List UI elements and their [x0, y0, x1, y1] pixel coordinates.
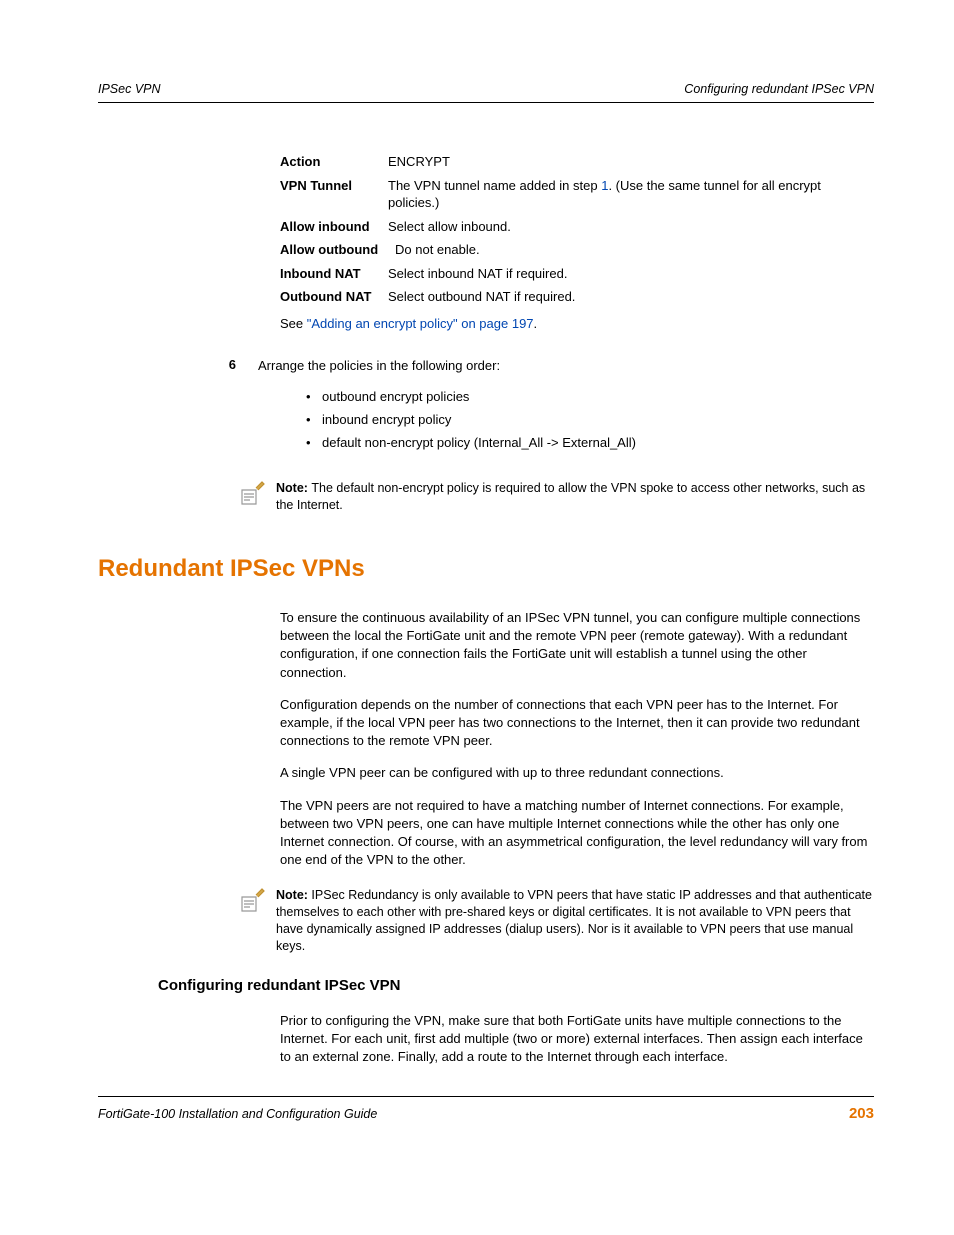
note-body: IPSec Redundancy is only available to VP…	[276, 888, 872, 953]
list-item: •inbound encrypt policy	[306, 412, 874, 427]
body-paragraph: The VPN peers are not required to have a…	[280, 797, 874, 870]
note-block: Note: The default non-encrypt policy is …	[236, 480, 874, 515]
bullet-list: •outbound encrypt policies •inbound encr…	[306, 389, 874, 450]
def-value-allow-outbound: Do not enable.	[395, 241, 480, 259]
note-icon	[236, 887, 276, 922]
step-text: Arrange the policies in the following or…	[258, 357, 500, 375]
header-right: Configuring redundant IPSec VPN	[684, 82, 874, 96]
def-value-outbound-nat: Select outbound NAT if required.	[388, 288, 575, 306]
body-paragraph: Prior to configuring the VPN, make sure …	[280, 1012, 874, 1067]
def-value-allow-inbound: Select allow inbound.	[388, 218, 511, 236]
note-icon	[236, 480, 276, 515]
bullet-icon: •	[306, 389, 322, 404]
note-label: Note:	[276, 888, 311, 902]
def-value-vpn-tunnel: The VPN tunnel name added in step 1. (Us…	[388, 177, 874, 212]
see-line: See "Adding an encrypt policy" on page 1…	[280, 316, 874, 331]
page-header: IPSec VPN Configuring redundant IPSec VP…	[98, 82, 874, 103]
see-post: .	[534, 316, 538, 331]
heading-redundant-ipsec-vpns: Redundant IPSec VPNs	[98, 555, 874, 583]
heading-configuring-redundant: Configuring redundant IPSec VPN	[158, 977, 874, 994]
bullet-icon: •	[306, 412, 322, 427]
def-label-allow-outbound: Allow outbound	[280, 241, 395, 259]
step-number: 6	[98, 357, 258, 375]
definition-table: Action ENCRYPT VPN Tunnel The VPN tunnel…	[280, 153, 874, 306]
see-pre: See	[280, 316, 307, 331]
note-body: The default non-encrypt policy is requir…	[276, 481, 865, 512]
list-item: •outbound encrypt policies	[306, 389, 874, 404]
bullet-text: outbound encrypt policies	[322, 389, 469, 404]
def-label-allow-inbound: Allow inbound	[280, 218, 388, 236]
page-footer: FortiGate-100 Installation and Configura…	[98, 1096, 874, 1122]
note-text: Note: The default non-encrypt policy is …	[276, 480, 874, 514]
def-label-outbound-nat: Outbound NAT	[280, 288, 388, 306]
def-label-inbound-nat: Inbound NAT	[280, 265, 388, 283]
note-label: Note:	[276, 481, 311, 495]
body-paragraph: To ensure the continuous availability of…	[280, 609, 874, 682]
body-paragraph: Configuration depends on the number of c…	[280, 696, 874, 751]
step-6: 6 Arrange the policies in the following …	[98, 357, 874, 375]
encrypt-policy-link[interactable]: "Adding an encrypt policy" on page 197	[307, 316, 534, 331]
bullet-text: inbound encrypt policy	[322, 412, 451, 427]
def-label-action: Action	[280, 153, 388, 171]
note-block: Note: IPSec Redundancy is only available…	[236, 887, 874, 955]
list-item: •default non-encrypt policy (Internal_Al…	[306, 435, 874, 450]
page-number: 203	[849, 1105, 874, 1122]
bullet-icon: •	[306, 435, 322, 450]
footer-left: FortiGate-100 Installation and Configura…	[98, 1107, 377, 1121]
vpn-tunnel-text-1: The VPN tunnel name added in step	[388, 178, 601, 193]
def-value-inbound-nat: Select inbound NAT if required.	[388, 265, 567, 283]
bullet-text: default non-encrypt policy (Internal_All…	[322, 435, 636, 450]
def-value-action: ENCRYPT	[388, 153, 450, 171]
body-paragraph: A single VPN peer can be configured with…	[280, 764, 874, 782]
def-label-vpn-tunnel: VPN Tunnel	[280, 177, 388, 212]
header-left: IPSec VPN	[98, 82, 161, 96]
note-text: Note: IPSec Redundancy is only available…	[276, 887, 874, 955]
